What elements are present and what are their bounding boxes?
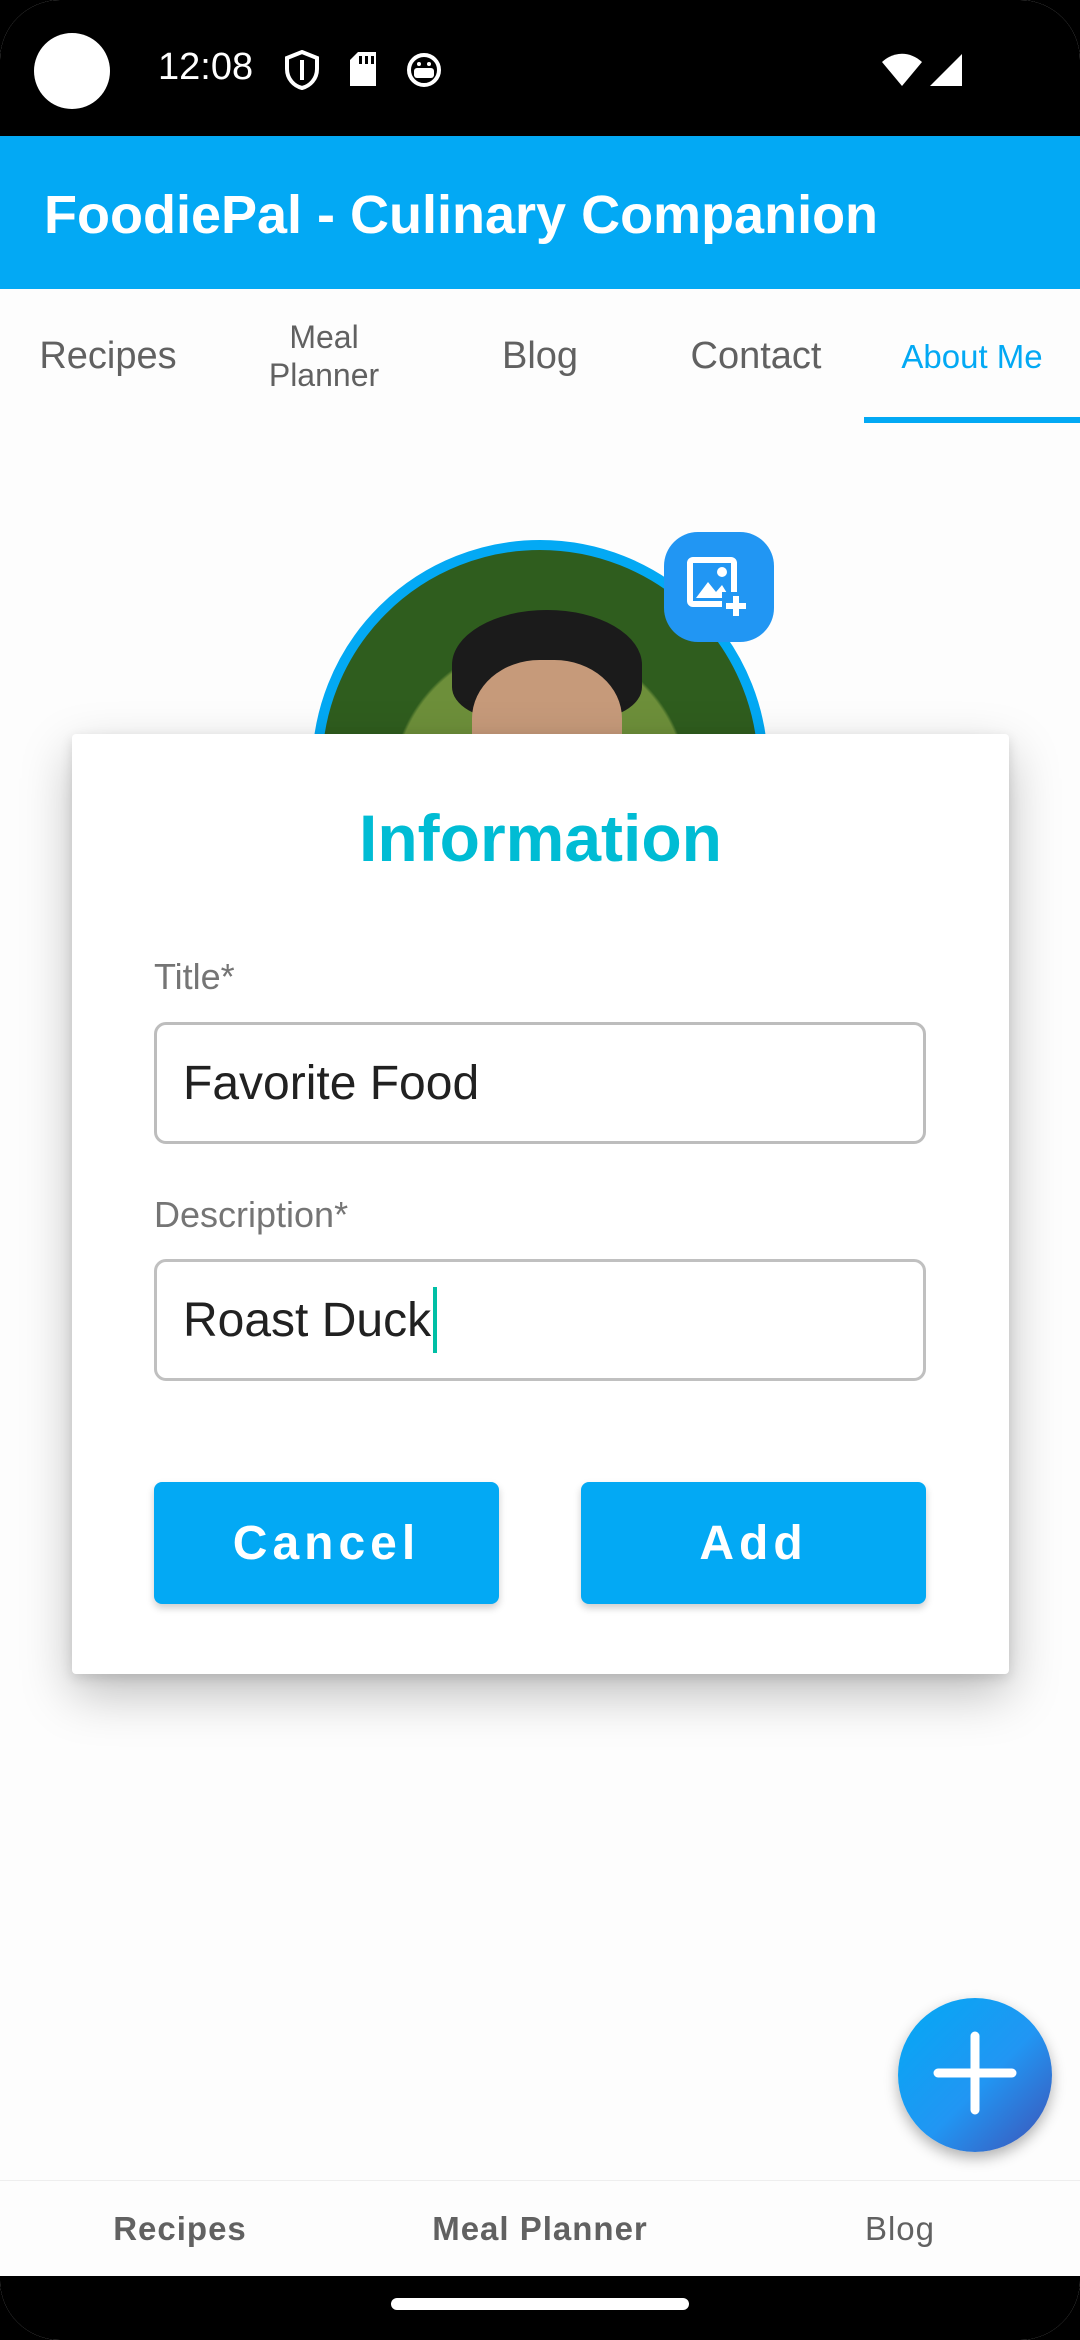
tab-contact[interactable]: Contact — [648, 289, 864, 423]
text-cursor — [433, 1287, 438, 1353]
signal-icon — [928, 52, 964, 93]
add-photo-icon[interactable] — [664, 532, 774, 642]
sd-card-icon — [348, 50, 378, 93]
plus-icon — [930, 2028, 1020, 2123]
app-bar: FoodiePal - Culinary Companion — [0, 136, 1080, 289]
description-input[interactable]: Roast Duck — [154, 1259, 926, 1381]
information-dialog: Information Title* Favorite Food Descrip… — [72, 734, 1009, 1674]
title-input-value: Favorite Food — [183, 1056, 480, 1110]
description-input-value: Roast Duck — [183, 1293, 432, 1347]
description-field-label: Description* — [154, 1194, 349, 1235]
nav-meal-planner[interactable]: Meal Planner — [360, 2181, 720, 2277]
cancel-button[interactable]: Cancel — [154, 1482, 499, 1604]
dialog-title: Information — [359, 801, 722, 875]
nav-recipes[interactable]: Recipes — [0, 2181, 360, 2277]
add-button[interactable]: Add — [581, 1482, 926, 1604]
tab-meal-planner-label: Meal Planner — [268, 319, 380, 393]
tab-blog[interactable]: Blog — [432, 289, 648, 423]
phone-screen: 12:08 FoodiePal - Culinary Companion Rec… — [0, 0, 1080, 2340]
title-input[interactable]: Favorite Food — [154, 1022, 926, 1144]
home-indicator[interactable] — [391, 2298, 689, 2310]
nav-blog[interactable]: Blog — [720, 2181, 1080, 2277]
bottom-navigation: Recipes Meal Planner Blog — [0, 2180, 1080, 2277]
tab-about-me[interactable]: About Me — [864, 289, 1080, 423]
add-fab[interactable] — [898, 1998, 1052, 2152]
shield-icon — [284, 49, 320, 95]
app-title: FoodiePal - Culinary Companion — [44, 185, 879, 245]
android-debug-icon — [406, 50, 442, 93]
camera-cutout — [34, 33, 110, 109]
status-bar: 12:08 — [0, 0, 1080, 136]
status-time: 12:08 — [158, 46, 254, 88]
tab-indicator — [864, 417, 1080, 423]
wifi-icon — [880, 52, 924, 93]
tab-bar: Recipes Meal Planner Blog Contact About … — [0, 289, 1080, 423]
title-field-label: Title* — [154, 956, 235, 997]
tab-recipes[interactable]: Recipes — [0, 289, 216, 423]
tab-meal-planner[interactable]: Meal Planner — [216, 289, 432, 423]
